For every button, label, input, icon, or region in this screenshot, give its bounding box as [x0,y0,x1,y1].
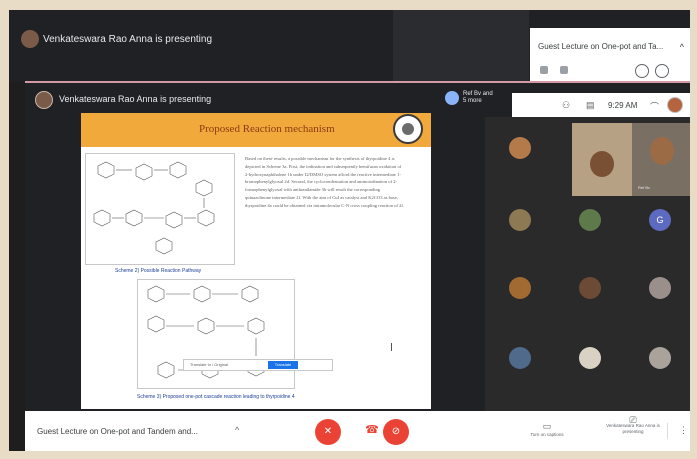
user-avatar[interactable] [667,97,683,113]
outer-video-tile [393,10,529,82]
participant-avatar [445,91,459,105]
popup-icons [540,66,568,74]
camera-off-icon: ⊘ [391,426,401,437]
participants-indicator[interactable]: Ref Bv and 5 more [445,91,497,105]
participant-avatar[interactable] [509,347,531,369]
captions-label: Turn on captions [530,432,564,437]
participant-avatar[interactable] [579,347,601,369]
scheme-2-caption: Scheme 3) Proposed one-pot cascade react… [137,394,295,400]
more-options-icon[interactable]: ⋮ [679,425,688,436]
slide-paragraph: Based on these results, a possible mecha… [245,156,405,208]
outer-meet-bar: Venkateswara Rao Anna is presenting Gues… [9,10,690,82]
inner-presenting-title: Venkateswara Rao Anna is presenting [59,94,212,104]
participant-avatar[interactable] [509,137,531,159]
presenting-label: Venkateswara Rao Anna is presenting [606,423,660,434]
chevron-up-icon[interactable]: ^ [235,425,239,435]
presenter-avatar [21,30,39,48]
presenting-button[interactable]: ⎚ Venkateswara Rao Anna is presenting [603,416,663,435]
participant-avatar[interactable] [649,277,671,299]
participants-label: Ref Bv and 5 more [463,91,493,104]
presented-slide: Proposed Reaction mechanism Scheme 2) Po… [81,113,431,409]
captions-icon: ▭ [542,421,552,431]
university-logo [393,114,423,144]
participant-avatar[interactable] [579,277,601,299]
scheme-2-image [137,279,295,389]
chat-icon[interactable]: ▤ [586,100,595,111]
bottom-control-bar: Guest Lecture on One-pot and Tandem and.… [25,411,690,451]
chevron-up-icon[interactable]: ^ [680,42,684,52]
outer-presenting-title: Venkateswara Rao Anna is presenting [43,34,212,45]
slide-title: Proposed Reaction mechanism [199,123,335,135]
participant-avatar[interactable] [509,209,531,231]
participant-avatar[interactable] [649,347,671,369]
phone-hangup-icon: ☎ [365,424,379,436]
participants-icon[interactable]: ⚇ [562,100,570,111]
camera-off-button[interactable]: ⊘ [383,419,409,445]
mic-off-button[interactable]: ✕ [315,419,341,445]
clock-time: 9:29 AM [608,101,638,110]
translate-button[interactable]: Translate [268,361,298,369]
scheme-1-caption: Scheme 2) Possible Reaction Pathway [115,268,202,274]
info-icon[interactable] [635,64,649,78]
apps-icon[interactable]: ⌒ [650,100,659,113]
attachment-icon[interactable] [560,66,568,74]
screenshot-frame: Venkateswara Rao Anna is presenting Gues… [9,10,690,451]
participant-avatar[interactable] [509,277,531,299]
outer-meeting-title: Guest Lecture on One-pot and Ta... [538,42,664,51]
inner-meet-window: Venkateswara Rao Anna is presenting Ref … [25,83,690,451]
participant-avatar-initial[interactable]: G [649,209,671,231]
slide-header: Proposed Reaction mechanism [81,113,431,147]
top-right-toolbar: ⚇ ▤ 9:29 AM ⌒ [512,93,690,117]
participant-video-tile[interactable] [572,123,632,196]
participant-video-tile[interactable]: Ref Bv [632,123,690,196]
settings-icon[interactable] [655,64,669,78]
mic-off-icon: ✕ [323,426,333,437]
participant-avatar[interactable] [579,209,601,231]
scheme-1-image [85,153,235,265]
divider [667,423,668,439]
meeting-title[interactable]: Guest Lecture on One-pot and Tandem and.… [37,427,198,436]
hang-up-button[interactable]: ☎ [363,424,381,436]
participant-name: Ref Bv [638,185,651,190]
presenter-avatar [35,91,53,109]
translate-bar-label: Translate to / Original [190,362,229,367]
participants-grid: Ref Bv G [485,117,690,413]
copy-icon[interactable] [540,66,548,74]
outer-meeting-title-popup: Guest Lecture on One-pot and Ta... ^ [530,28,690,82]
captions-button[interactable]: ▭ Turn on captions [527,421,567,437]
translate-popup: Translate to / Original Translate [183,359,333,371]
mouse-cursor [391,343,398,351]
